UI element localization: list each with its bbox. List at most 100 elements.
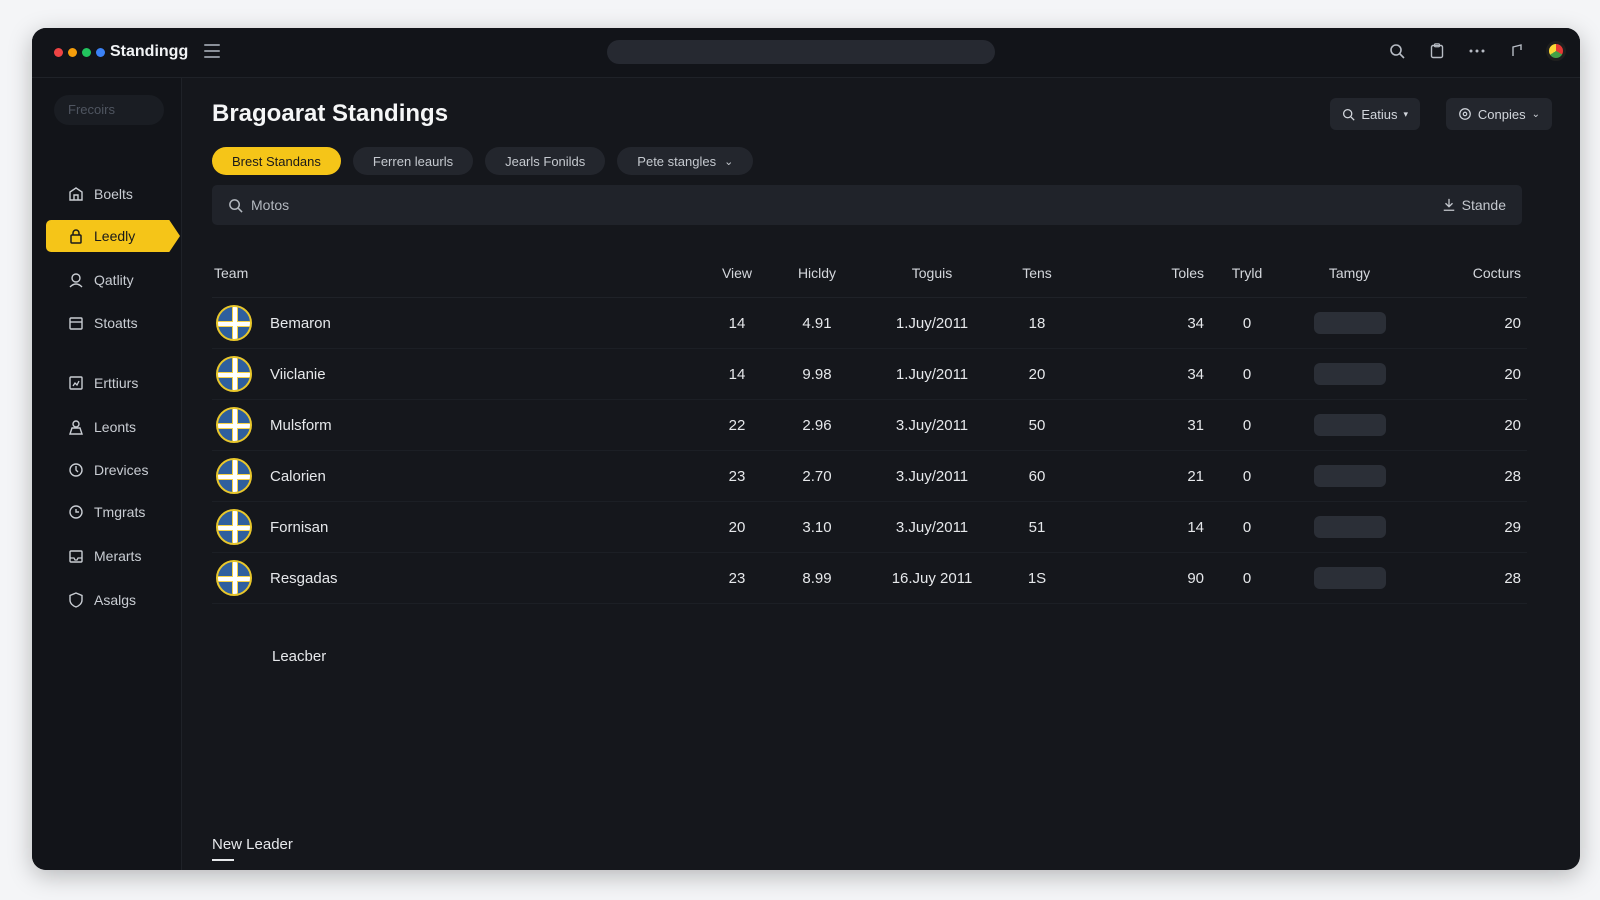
col-header-tamgy[interactable]: Tamgy xyxy=(1282,265,1417,281)
compare-button[interactable]: Conpies ⌄ xyxy=(1445,98,1552,130)
sidebar-item-drevices[interactable]: Drevices xyxy=(46,454,180,486)
chip-label: Ferren leaurls xyxy=(372,153,454,169)
app-title: Standingg xyxy=(110,43,189,60)
editors-button[interactable]: Eatius ▾ xyxy=(1330,98,1420,130)
download-icon xyxy=(1443,198,1454,211)
col-header-team[interactable]: Team xyxy=(212,265,702,281)
tamgy-pill[interactable] xyxy=(1313,516,1386,538)
cell-hicldy: 2.96 xyxy=(802,416,832,434)
cell-hicldy: 3.10 xyxy=(802,518,832,536)
cell-hicldy: 9.98 xyxy=(802,365,832,383)
col-header-view[interactable]: View xyxy=(702,265,772,281)
tamgy-pill[interactable] xyxy=(1313,567,1386,589)
table-search-input[interactable]: Motos xyxy=(228,197,1442,213)
extra-dot[interactable] xyxy=(96,48,105,57)
team-badge-icon xyxy=(216,509,252,545)
tamgy-pill[interactable] xyxy=(1313,465,1386,487)
home-icon xyxy=(69,187,83,201)
window-controls xyxy=(54,48,105,57)
export-button[interactable]: Stande xyxy=(1442,197,1506,213)
zoom-dot[interactable] xyxy=(82,48,91,57)
leader-label: Leacber xyxy=(272,648,327,665)
tab-new-leader[interactable]: New Leader xyxy=(212,836,293,861)
col-header-toguis[interactable]: Toguis xyxy=(862,265,1002,281)
sidebar-item-label: Leedly xyxy=(94,228,136,244)
sidebar-item-label: Erttiurs xyxy=(94,375,139,391)
table-row[interactable]: Calorien 23 2.70 3.Juy/2011 60 21 0 28 xyxy=(212,451,1527,502)
cell-cocturs: 20 xyxy=(1504,314,1521,332)
more-icon[interactable] xyxy=(1466,40,1488,62)
cell-tens: 60 xyxy=(1028,467,1046,485)
sidebar-item-leedly[interactable]: Leedly xyxy=(46,220,180,252)
col-header-tens[interactable]: Tens xyxy=(1002,265,1072,281)
close-dot[interactable] xyxy=(54,48,63,57)
lock-icon xyxy=(70,229,82,244)
main-content: Bragoarat Standings Eatius ▾ Conpies ⌄ B… xyxy=(183,78,1580,870)
table-row[interactable]: Resgadas 23 8.99 16.Juy 2011 1S 90 0 28 xyxy=(212,553,1527,604)
profile-avatar[interactable] xyxy=(1546,41,1566,61)
tamgy-pill[interactable] xyxy=(1313,312,1386,334)
chip-pete-stangles-dropdown[interactable]: Pete stangles ⌄ xyxy=(617,147,754,175)
cell-toguis: 16.Juy 2011 xyxy=(891,569,973,587)
chevron-down-icon: ⌄ xyxy=(1531,108,1540,120)
sidebar-item-qatlity[interactable]: Qatlity xyxy=(46,264,180,296)
sidebar-item-erttiurs[interactable]: Erttiurs xyxy=(46,367,180,399)
chip-ferren-leaurls[interactable]: Ferren leaurls xyxy=(352,147,474,175)
search-icon[interactable] xyxy=(1386,40,1408,62)
people-icon xyxy=(69,420,83,435)
team-cell: Viiclanie xyxy=(212,356,702,392)
cell-toguis: 1.Juy/2011 xyxy=(895,365,969,383)
team-badge-icon xyxy=(216,305,252,341)
sidebar-item-asalgs[interactable]: Asalgs xyxy=(46,584,180,616)
user-icon xyxy=(69,273,83,288)
cell-tamgy xyxy=(1282,363,1417,385)
sidebar-item-merarts[interactable]: Merarts xyxy=(46,540,180,572)
clipboard-icon[interactable] xyxy=(1426,40,1448,62)
cell-toles: 14 xyxy=(1187,518,1204,536)
cell-tens: 50 xyxy=(1028,416,1046,434)
cell-cocturs: 28 xyxy=(1504,467,1521,485)
inbox-icon xyxy=(69,550,83,563)
tamgy-pill[interactable] xyxy=(1313,363,1386,385)
compare-button-label: Conpies xyxy=(1477,106,1526,122)
table-row[interactable]: Mulsform 22 2.96 3.Juy/2011 50 31 0 20 xyxy=(212,400,1527,451)
team-badge-icon xyxy=(216,560,252,596)
cell-tamgy xyxy=(1282,312,1417,334)
sidebar-item-tmgrats[interactable]: Tmgrats xyxy=(46,496,180,528)
cell-view: 23 xyxy=(728,569,746,587)
sidebar-search-input[interactable]: Frecoirs xyxy=(54,95,164,125)
team-cell: Fornisan xyxy=(212,509,702,545)
minimize-dot[interactable] xyxy=(68,48,77,57)
chip-best-standings[interactable]: Brest Standans xyxy=(212,147,341,175)
hamburger-menu-icon[interactable] xyxy=(204,44,220,58)
cell-toles: 34 xyxy=(1187,314,1204,332)
sidebar-item-label: Leonts xyxy=(94,419,137,435)
col-header-hicldy[interactable]: Hicldy xyxy=(772,265,862,281)
col-header-cocturs[interactable]: Cocturs xyxy=(1417,265,1527,281)
cell-toguis: 3.Juy/2011 xyxy=(895,467,969,485)
table-filter-bar: Motos Stande xyxy=(212,185,1522,225)
music-note-icon[interactable] xyxy=(1506,40,1528,62)
chip-label: Pete stangles xyxy=(637,153,717,169)
sidebar-item-leonts[interactable]: Leonts xyxy=(46,411,180,443)
tamgy-pill[interactable] xyxy=(1313,414,1386,436)
settings-circle-icon xyxy=(1459,108,1471,120)
team-badge-icon xyxy=(216,356,252,392)
table-row[interactable]: Bemaron 14 4.91 1.Juy/2011 18 34 0 20 xyxy=(212,298,1527,349)
chart-icon xyxy=(69,376,83,390)
sidebar-item-label: Drevices xyxy=(94,462,149,478)
col-header-tryld[interactable]: Tryld xyxy=(1212,265,1282,281)
col-header-toles[interactable]: Toles xyxy=(1072,265,1212,281)
table-row[interactable]: Fornisan 20 3.10 3.Juy/2011 51 14 0 29 xyxy=(212,502,1527,553)
sidebar-item-boelts[interactable]: Boelts xyxy=(46,178,180,210)
top-search-bar[interactable] xyxy=(607,40,995,64)
cell-toguis: 1.Juy/2011 xyxy=(895,314,969,332)
team-badge-icon xyxy=(216,458,252,494)
cell-tryld: 0 xyxy=(1242,365,1252,383)
cell-tryld: 0 xyxy=(1242,416,1252,434)
editors-button-label: Eatius xyxy=(1361,106,1398,122)
chip-jearls-fonilds[interactable]: Jearls Fonilds xyxy=(485,147,606,175)
table-row[interactable]: Viiclanie 14 9.98 1.Juy/2011 20 34 0 20 xyxy=(212,349,1527,400)
cell-hicldy: 8.99 xyxy=(802,569,832,587)
sidebar-item-stoatts[interactable]: Stoatts xyxy=(46,307,180,339)
